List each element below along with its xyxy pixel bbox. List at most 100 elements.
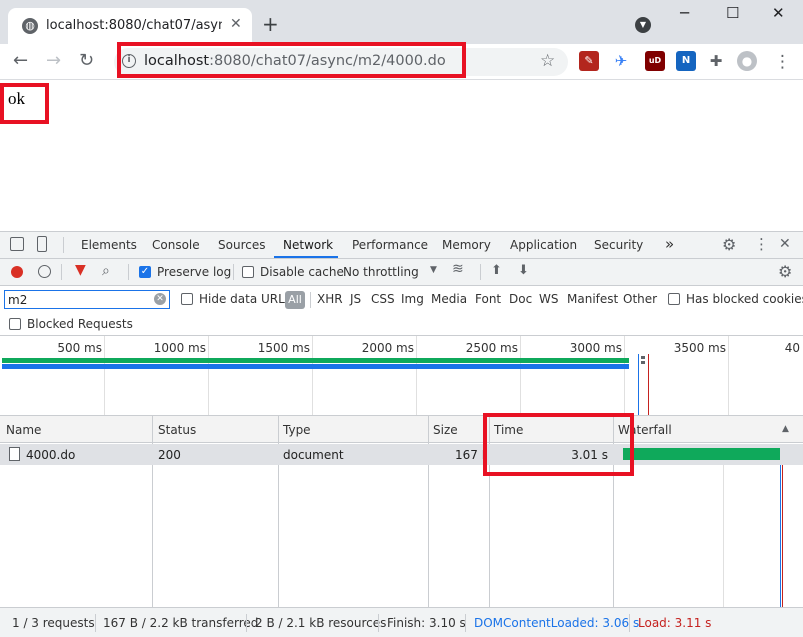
cell-type: document bbox=[283, 448, 344, 462]
cell-size: 167 B bbox=[455, 448, 485, 462]
timeline-tick: 3000 ms bbox=[569, 341, 622, 355]
status-resources: 2 B / 2.1 kB resources bbox=[255, 616, 387, 630]
puzzle-extensions-icon[interactable]: ✚ bbox=[706, 51, 726, 71]
status-divider bbox=[378, 614, 379, 632]
toolbar-divider bbox=[61, 264, 62, 280]
document-icon bbox=[9, 447, 20, 461]
back-button[interactable]: ← bbox=[13, 50, 28, 71]
highlight-box-url bbox=[117, 42, 466, 78]
n-extension-icon[interactable]: N bbox=[676, 51, 696, 71]
request-table: Name Status Type Size Time Waterfall ▲ 4… bbox=[0, 416, 803, 607]
timeline-overview[interactable]: 500 ms 1000 ms 1500 ms 2000 ms 2500 ms 3… bbox=[0, 336, 803, 416]
tab-title: localhost:8080/chat07/async/m bbox=[46, 18, 222, 33]
export-har-icon[interactable]: ⬇ bbox=[518, 263, 529, 278]
tab-console[interactable]: Console bbox=[152, 238, 200, 252]
bird-extension-icon[interactable]: ✈ bbox=[611, 51, 631, 71]
type-filter-ws[interactable]: WS bbox=[539, 292, 558, 306]
reload-button[interactable]: ↻ bbox=[79, 50, 94, 71]
type-filter-img[interactable]: Img bbox=[401, 292, 424, 306]
tab-application[interactable]: Application bbox=[510, 238, 577, 252]
tab-search-icon[interactable]: ▼ bbox=[635, 17, 651, 33]
column-name[interactable]: Name bbox=[6, 423, 41, 437]
device-toolbar-icon[interactable] bbox=[37, 236, 47, 252]
browser-tab[interactable]: ◍ localhost:8080/chat07/async/m ✕ bbox=[8, 8, 252, 44]
type-filter-other[interactable]: Other bbox=[623, 292, 657, 306]
table-header: Name Status Type Size Time Waterfall ▲ bbox=[0, 416, 803, 443]
bookmark-star-icon[interactable]: ☆ bbox=[540, 51, 555, 71]
pdf-extension-icon[interactable]: ✎ bbox=[579, 51, 599, 71]
close-window-button[interactable]: ✕ bbox=[772, 4, 785, 22]
type-filter-js[interactable]: JS bbox=[350, 292, 361, 306]
blocked-requests-label: Blocked Requests bbox=[27, 317, 133, 331]
sort-up-icon[interactable]: ▲ bbox=[782, 424, 789, 434]
type-filter-doc[interactable]: Doc bbox=[509, 292, 532, 306]
close-devtools-icon[interactable]: ✕ bbox=[779, 236, 791, 252]
chevron-down-icon[interactable]: ▼ bbox=[430, 265, 437, 275]
minimize-button[interactable]: ─ bbox=[680, 4, 689, 22]
search-icon[interactable]: ⌕ bbox=[102, 263, 110, 279]
network-settings-gear-icon[interactable]: ⚙ bbox=[778, 262, 792, 281]
browser-menu-icon[interactable]: ⋮ bbox=[774, 52, 791, 72]
profile-avatar-icon[interactable]: ● bbox=[737, 51, 757, 71]
tab-memory[interactable]: Memory bbox=[442, 238, 491, 252]
throttling-select[interactable]: No throttling bbox=[343, 265, 419, 279]
clear-filter-icon[interactable]: ✕ bbox=[154, 293, 166, 305]
preserve-log-checkbox[interactable]: ✓ bbox=[139, 266, 151, 278]
status-divider bbox=[465, 614, 466, 632]
record-icon[interactable] bbox=[11, 266, 23, 278]
devtools-menu-icon[interactable]: ⋮ bbox=[754, 235, 769, 253]
type-filter-font[interactable]: Font bbox=[475, 292, 501, 306]
tab-sources[interactable]: Sources bbox=[218, 238, 265, 252]
column-status[interactable]: Status bbox=[158, 423, 196, 437]
grid-line bbox=[312, 336, 313, 415]
column-size[interactable]: Size bbox=[433, 423, 458, 437]
tab-elements[interactable]: Elements bbox=[81, 238, 137, 252]
tab-network[interactable]: Network bbox=[283, 238, 333, 252]
type-filter-xhr[interactable]: XHR bbox=[317, 292, 343, 306]
active-tab-indicator bbox=[274, 256, 338, 258]
network-conditions-icon[interactable]: ≋ bbox=[452, 261, 464, 277]
filter-input[interactable] bbox=[4, 290, 170, 309]
toolbar-divider bbox=[310, 292, 311, 308]
status-divider bbox=[95, 614, 96, 632]
maximize-button[interactable]: ☐ bbox=[726, 4, 739, 22]
timeline-tick: 3500 ms bbox=[673, 341, 726, 355]
filter-funnel-icon[interactable]: ▼ bbox=[75, 262, 86, 278]
timeline-tick: 500 ms bbox=[57, 341, 102, 355]
status-divider bbox=[629, 614, 630, 632]
toolbar-divider bbox=[233, 264, 234, 280]
inspect-element-icon[interactable] bbox=[10, 237, 24, 251]
waterfall-grid-line bbox=[723, 444, 724, 607]
type-filter-css[interactable]: CSS bbox=[371, 292, 395, 306]
column-type[interactable]: Type bbox=[283, 423, 311, 437]
highlight-box-time bbox=[483, 413, 634, 476]
devtools-tab-bar: Elements Console Sources Network Perform… bbox=[0, 232, 803, 259]
forward-button[interactable]: → bbox=[46, 50, 61, 71]
status-load: Load: 3.11 s bbox=[638, 616, 712, 630]
preserve-log-label: Preserve log bbox=[157, 265, 232, 279]
type-filter-media[interactable]: Media bbox=[431, 292, 467, 306]
timeline-tick: 2000 ms bbox=[361, 341, 414, 355]
blocked-cookies-label: Has blocked cookies bbox=[686, 292, 803, 306]
disable-cache-checkbox[interactable] bbox=[242, 266, 254, 278]
cell-status: 200 bbox=[158, 448, 181, 462]
tab-security[interactable]: Security bbox=[594, 238, 643, 252]
new-tab-button[interactable]: + bbox=[262, 12, 279, 36]
blocked-cookies-checkbox[interactable] bbox=[668, 293, 680, 305]
timeline-tick: 1000 ms bbox=[153, 341, 206, 355]
clear-icon[interactable] bbox=[38, 265, 51, 278]
grid-line bbox=[624, 336, 625, 415]
settings-gear-icon[interactable]: ⚙ bbox=[722, 235, 736, 254]
import-har-icon[interactable]: ⬆ bbox=[491, 263, 502, 278]
grid-line bbox=[416, 336, 417, 415]
table-row[interactable]: 4000.do 200 document 167 B 3.01 s bbox=[0, 444, 803, 465]
ublock-extension-icon[interactable]: uD bbox=[645, 51, 665, 71]
tab-performance[interactable]: Performance bbox=[352, 238, 428, 252]
load-marker bbox=[648, 354, 649, 415]
more-tabs-icon[interactable]: » bbox=[665, 235, 674, 253]
blocked-requests-checkbox[interactable] bbox=[9, 318, 21, 330]
tab-close-icon[interactable]: ✕ bbox=[230, 16, 242, 32]
type-filter-manifest[interactable]: Manifest bbox=[567, 292, 618, 306]
hide-data-urls-checkbox[interactable] bbox=[181, 293, 193, 305]
type-filter-all[interactable]: All bbox=[285, 291, 305, 309]
